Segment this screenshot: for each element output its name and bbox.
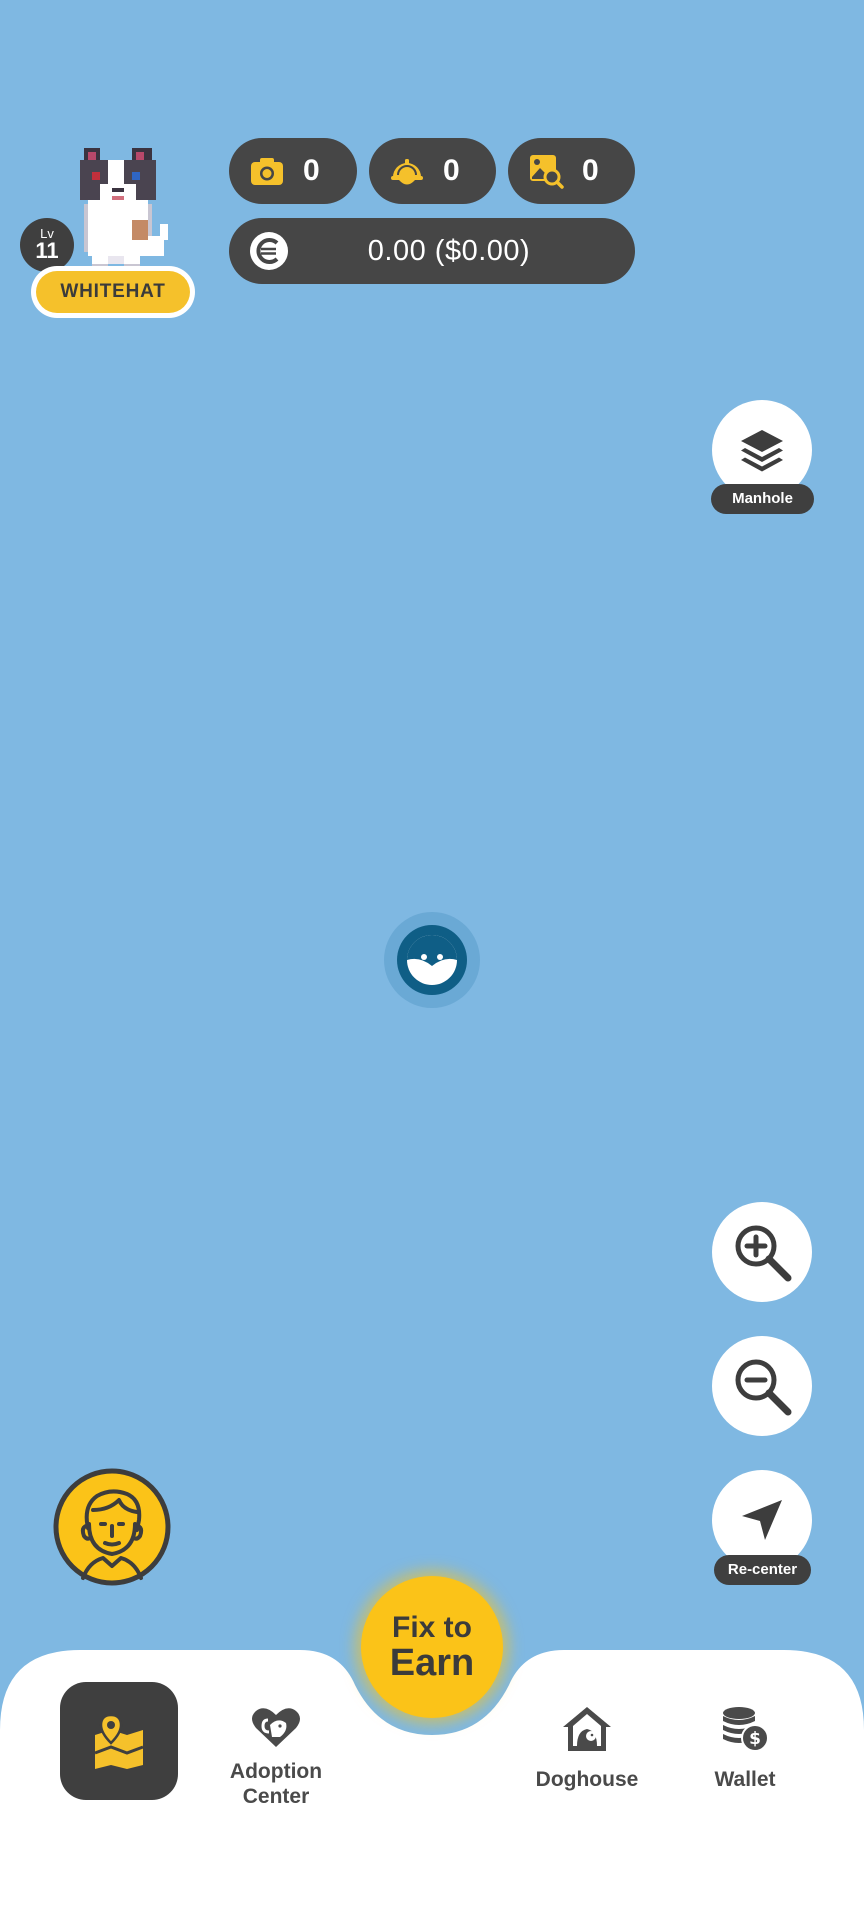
map-pin-icon [94, 1713, 144, 1769]
recenter-label: Re-center [714, 1555, 811, 1585]
fix-to-earn-line1: Fix to [392, 1611, 472, 1644]
photos-counter[interactable]: 0 [229, 138, 357, 204]
layers-icon [741, 430, 783, 472]
coins-dollar-icon: $ [723, 1707, 769, 1752]
dog-name: WHITEHAT [36, 271, 190, 313]
fix-to-earn-line2: Earn [389, 1642, 475, 1684]
dog-name-tag[interactable]: WHITEHAT [31, 266, 195, 318]
images-counter[interactable]: 0 [508, 138, 635, 204]
level-label: Lv [40, 226, 54, 241]
profile-button[interactable] [53, 1468, 171, 1586]
zoom-out-icon [735, 1359, 792, 1416]
nav-adoption-line1: Adoption [229, 1760, 323, 1783]
zoom-in-button[interactable] [712, 1202, 812, 1302]
zoom-out-button[interactable] [712, 1336, 812, 1436]
image-search-icon [530, 155, 564, 189]
fix-to-earn-button[interactable]: Fix to Earn [361, 1576, 503, 1718]
navigation-arrow-icon [742, 1500, 782, 1540]
heart-dog-icon [252, 1708, 300, 1747]
balance-pill[interactable]: 0.00 ($0.00) [229, 218, 635, 284]
level-badge: Lv 11 [20, 218, 74, 272]
nav-doghouse-label: Doghouse [535, 1768, 639, 1791]
photos-count: 0 [303, 154, 320, 187]
level-number: 11 [35, 238, 59, 263]
dog-avatar[interactable] [72, 148, 168, 272]
nav-map-button[interactable] [60, 1682, 178, 1800]
helmet-icon [391, 159, 423, 185]
helmets-count: 0 [443, 154, 460, 187]
nav-adoption-line2: Center [242, 1785, 310, 1808]
svg-text:$: $ [749, 1729, 761, 1749]
balance-value: 0.00 ($0.00) [367, 234, 531, 267]
helmets-counter[interactable]: 0 [369, 138, 496, 204]
nav-wallet-label: Wallet [714, 1768, 776, 1791]
zoom-in-icon [735, 1225, 792, 1282]
doghouse-icon [563, 1707, 611, 1751]
nav-wallet[interactable]: $ Wallet [690, 1705, 800, 1792]
layers-label: Manhole [711, 484, 814, 514]
nav-doghouse[interactable]: Doghouse [522, 1705, 652, 1792]
nav-adoption-center[interactable]: Adoption Center [210, 1705, 342, 1809]
user-location-marker[interactable] [396, 924, 468, 996]
camera-icon [251, 158, 283, 185]
images-count: 0 [582, 154, 599, 187]
